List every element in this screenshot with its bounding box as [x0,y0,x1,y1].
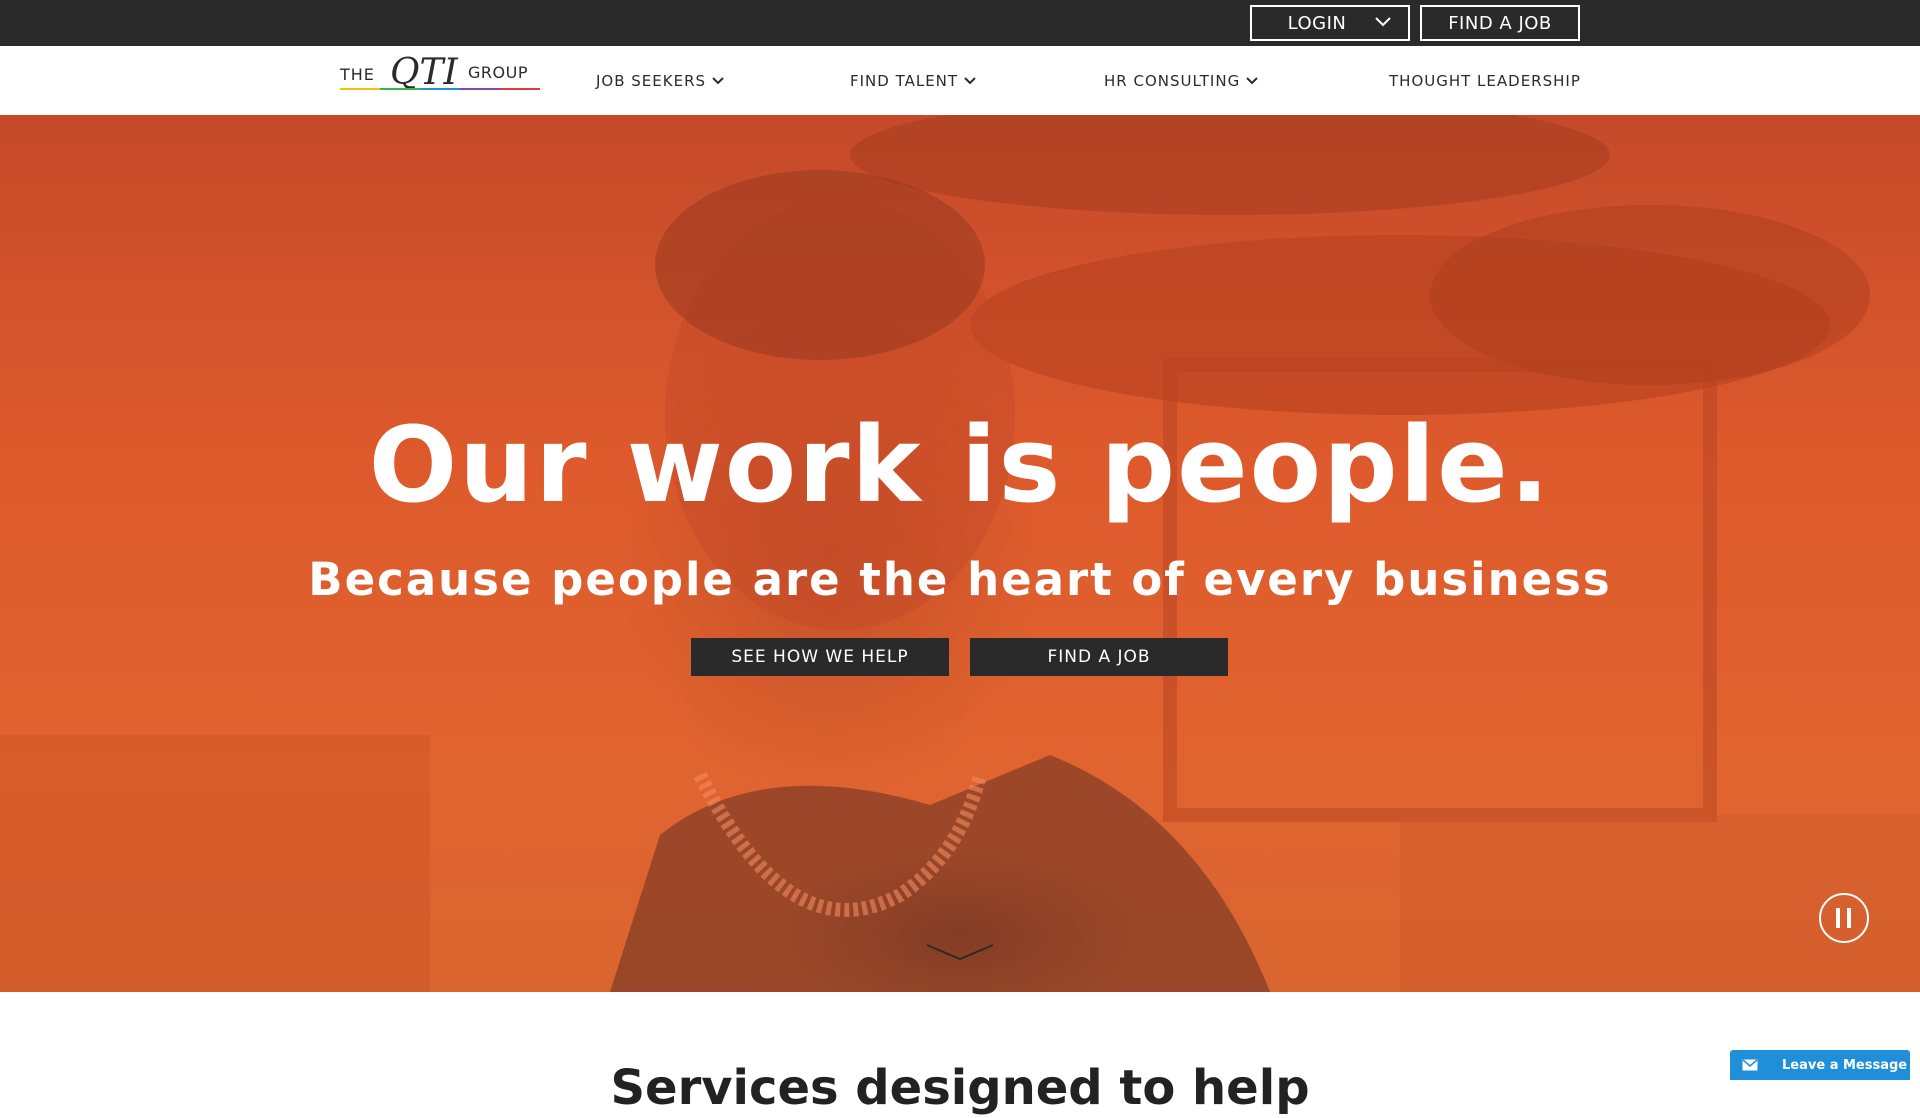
utility-bar: LOGIN FIND A JOB [0,0,1920,46]
nav-job-seekers[interactable]: JOB SEEKERS [596,69,724,93]
hero-subtitle: Because people are the heart of every bu… [308,553,1612,606]
hero-video-banner: Our work is people. Because people are t… [0,115,1920,992]
nav-thought-leadership[interactable]: THOUGHT LEADERSHIP [1389,69,1581,93]
nav-hr-consulting[interactable]: HR CONSULTING [1104,69,1258,93]
logo-the: THE [339,65,375,84]
chat-label: Leave a Message [1782,1057,1908,1073]
nav-find-talent-label: FIND TALENT [850,72,959,90]
logo-group: GROUP [468,63,528,82]
scroll-down-icon[interactable] [925,941,995,965]
qti-group-logo[interactable]: THE QTI GROUP [338,52,542,102]
pause-icon [1836,908,1851,928]
chevron-down-icon [1246,77,1258,85]
nav-thought-leadership-label: THOUGHT LEADERSHIP [1389,72,1581,90]
hero-title: Our work is people. [368,404,1552,526]
pause-video-button[interactable] [1819,893,1869,943]
chevron-down-icon [1375,17,1391,27]
chevron-down-icon [964,77,976,85]
chevron-down-icon [712,77,724,85]
leave-message-chat-widget[interactable]: Leave a Message [1730,1050,1910,1080]
login-button[interactable]: LOGIN [1250,5,1410,41]
mail-icon [1742,1059,1758,1071]
main-nav: THE QTI GROUP JOB SEEKERS FIND TALENT HR… [0,46,1920,115]
nav-find-talent[interactable]: FIND TALENT [850,69,976,93]
services-section-title: Services designed to help [610,1060,1310,1116]
see-how-we-help-button[interactable]: SEE HOW WE HELP [691,638,949,676]
nav-hr-consulting-label: HR CONSULTING [1104,72,1241,90]
find-a-job-hero-button[interactable]: FIND A JOB [970,638,1228,676]
find-job-top-button[interactable]: FIND A JOB [1420,5,1580,41]
nav-job-seekers-label: JOB SEEKERS [596,72,707,90]
logo-qti: QTI [390,52,459,93]
login-label: LOGIN [1287,12,1347,34]
